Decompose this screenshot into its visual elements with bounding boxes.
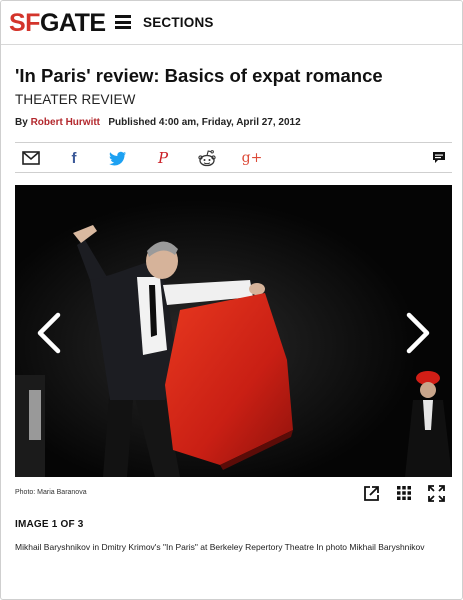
photo-credit: Photo: Maria Baranova: [15, 489, 87, 496]
photo-caption: Mikhail Baryshnikov in Dmitry Krimov's "…: [15, 542, 425, 552]
facebook-glyph: f: [71, 149, 77, 167]
article-kicker: THEATER REVIEW: [15, 92, 136, 107]
masthead: SFGATE SECTIONS: [1, 1, 462, 45]
twitter-icon[interactable]: [108, 149, 128, 167]
article-headline: 'In Paris' review: Basics of expat roman…: [15, 65, 383, 86]
facebook-icon[interactable]: f: [64, 149, 84, 167]
byline: By Robert Hurwitt Published 4:00 am, Fri…: [15, 117, 301, 128]
external-link-icon[interactable]: [363, 485, 381, 503]
logo-gate: GATE: [39, 9, 106, 37]
byline-prefix: By: [15, 117, 28, 128]
chevron-left-icon[interactable]: [34, 311, 64, 355]
stage-photo-illustration: [15, 185, 452, 477]
publish-date: Published 4:00 am, Friday, April 27, 201…: [108, 117, 301, 128]
image-counter: IMAGE 1 OF 3: [15, 519, 84, 530]
grid-icon[interactable]: [396, 485, 414, 503]
page-frame: SFGATE SECTIONS 'In Paris' review: Basic…: [0, 0, 463, 600]
sections-button[interactable]: SECTIONS: [143, 15, 214, 30]
comment-icon[interactable]: [429, 149, 449, 167]
email-icon[interactable]: [21, 149, 41, 167]
googleplus-glyph: g+: [241, 150, 263, 166]
googleplus-icon[interactable]: g+: [241, 149, 263, 167]
share-bar: f P g+: [15, 142, 452, 173]
pinterest-glyph: P: [157, 149, 169, 167]
sfgate-logo[interactable]: SFGATE: [9, 9, 106, 37]
author-link[interactable]: Robert Hurwitt: [31, 117, 100, 128]
gallery-photo[interactable]: [15, 185, 452, 477]
chevron-right-icon[interactable]: [403, 311, 433, 355]
pinterest-icon[interactable]: P: [153, 149, 173, 167]
fullscreen-icon[interactable]: [428, 485, 446, 503]
hamburger-menu-icon[interactable]: [115, 15, 131, 29]
reddit-icon[interactable]: [197, 149, 217, 167]
logo-sf: SF: [9, 9, 40, 37]
